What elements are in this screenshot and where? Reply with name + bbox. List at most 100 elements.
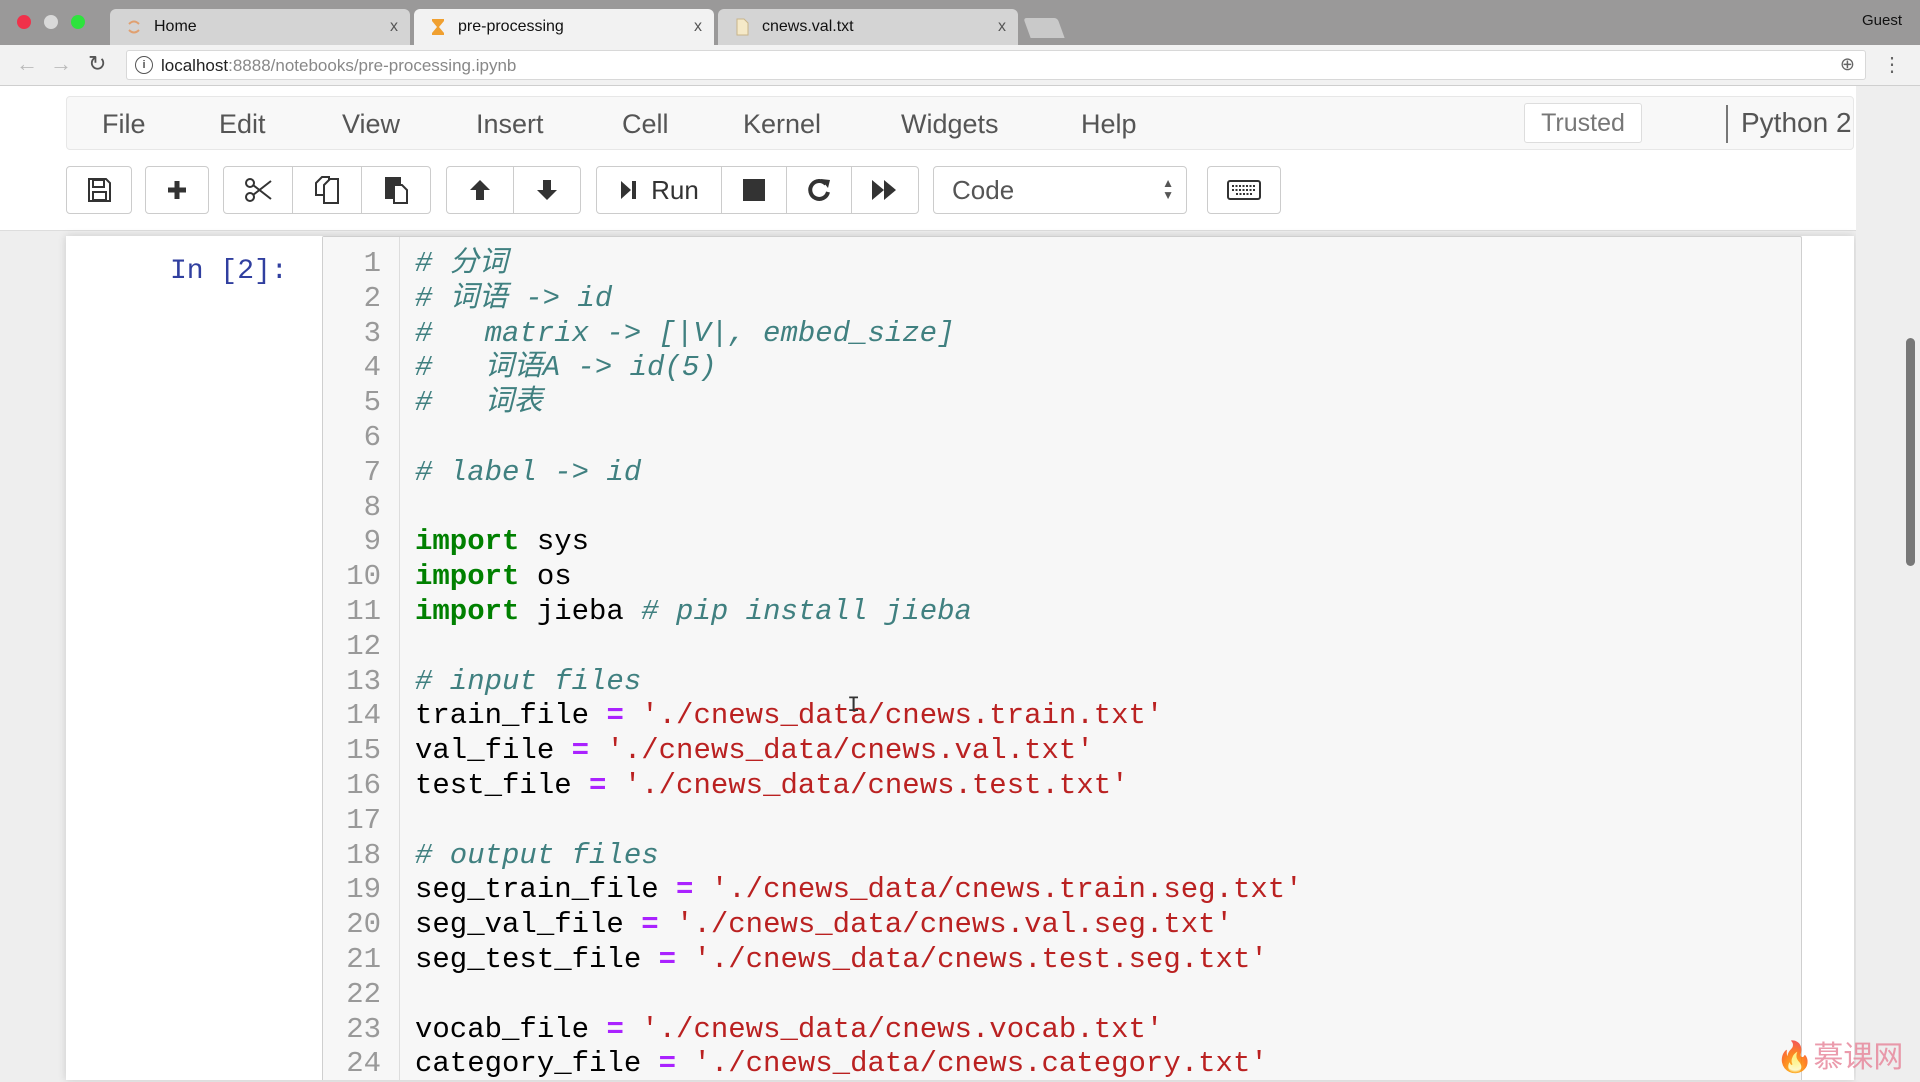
- notebook-header: File Edit View Insert Cell Kernel Widget…: [0, 86, 1920, 231]
- line-number: 14: [346, 699, 381, 733]
- code-line[interactable]: 14 train_file = './cnews_data/cnews.train…: [323, 699, 1801, 734]
- fast-forward-icon: [872, 180, 896, 200]
- code-line[interactable]: 3 # matrix -> [|V|, embed_size]: [323, 317, 1801, 352]
- menu-kernel[interactable]: Kernel: [743, 109, 821, 140]
- browser-tab-pre-processing[interactable]: pre-processing x: [414, 9, 714, 45]
- code-line[interactable]: 19 seg_train_file = './cnews_data/cnews.t…: [323, 873, 1801, 908]
- url-path: :8888/notebooks/pre-processing.ipynb: [228, 56, 517, 75]
- tab-label: cnews.val.txt: [762, 18, 854, 35]
- code-line[interactable]: 8: [323, 491, 1801, 526]
- interrupt-button[interactable]: [721, 166, 787, 214]
- profile-label[interactable]: Guest: [1862, 12, 1902, 29]
- browser-tab-home[interactable]: Home x: [110, 9, 410, 45]
- code-line[interactable]: 24 category_file = './cnews_data/cnews.ca…: [323, 1047, 1801, 1082]
- paste-icon: [385, 177, 408, 204]
- menu-widgets[interactable]: Widgets: [901, 109, 999, 140]
- code-string: './cnews_data/cnews.test.txt': [606, 768, 1129, 802]
- menu-edit[interactable]: Edit: [219, 109, 266, 140]
- back-arrow-icon[interactable]: ←: [16, 51, 38, 77]
- menu-insert[interactable]: Insert: [476, 109, 544, 140]
- line-content: # label -> id: [415, 456, 641, 491]
- move-up-button[interactable]: [446, 166, 514, 214]
- code-line[interactable]: 4 # 词语A -> id(5): [323, 351, 1801, 386]
- line-content: # 词语A -> id(5): [415, 351, 717, 386]
- copy-button[interactable]: [292, 166, 362, 214]
- code-line[interactable]: 15 val_file = './cnews_data/cnews.val.txt…: [323, 734, 1801, 769]
- insert-cell-button[interactable]: [145, 166, 209, 214]
- code-line[interactable]: 17: [323, 804, 1801, 839]
- code-line[interactable]: 22: [323, 978, 1801, 1013]
- site-info-icon[interactable]: i: [135, 56, 153, 74]
- menu-cell[interactable]: Cell: [622, 109, 669, 140]
- scrollbar-thumb[interactable]: [1906, 338, 1915, 566]
- window-minimize-button[interactable]: [44, 15, 58, 29]
- tab-close-icon[interactable]: x: [998, 9, 1006, 45]
- code-line[interactable]: 16 test_file = './cnews_data/cnews.test.t…: [323, 769, 1801, 804]
- cut-button[interactable]: [223, 166, 293, 214]
- restart-kernel-button[interactable]: [786, 166, 852, 214]
- forward-arrow-icon[interactable]: →: [50, 51, 72, 77]
- window-maximize-button[interactable]: [71, 15, 85, 29]
- menu-file[interactable]: File: [102, 109, 146, 140]
- jupyter-page: File Edit View Insert Cell Kernel Widget…: [0, 86, 1920, 1080]
- restart-run-all-button[interactable]: [851, 166, 919, 214]
- command-palette-button[interactable]: [1207, 166, 1281, 214]
- menu-help[interactable]: Help: [1081, 109, 1137, 140]
- code-line[interactable]: 11 import jieba # pip install jieba: [323, 595, 1801, 630]
- code-comment: # 词表: [415, 386, 543, 420]
- zoom-icon[interactable]: ⊕: [1840, 54, 1855, 75]
- line-number: 5: [363, 386, 381, 420]
- code-line[interactable]: 13 # input files: [323, 665, 1801, 700]
- copy-icon: [315, 176, 339, 204]
- url-text[interactable]: localhost:8888/notebooks/pre-processing.…: [161, 56, 516, 76]
- save-button[interactable]: [66, 166, 132, 214]
- reload-icon[interactable]: ↻: [88, 51, 106, 77]
- code-line[interactable]: 6: [323, 421, 1801, 456]
- code-line[interactable]: 9 import sys: [323, 525, 1801, 560]
- code-line[interactable]: 2 # 词语 -> id: [323, 282, 1801, 317]
- tab-close-icon[interactable]: x: [390, 9, 398, 45]
- code-line[interactable]: 10 import os: [323, 560, 1801, 595]
- line-number: 7: [363, 455, 381, 489]
- menu-view[interactable]: View: [342, 109, 400, 140]
- kernel-name[interactable]: Python 2: [1741, 107, 1852, 139]
- line-content: seg_train_file = './cnews_data/cnews.tra…: [415, 873, 1303, 908]
- code-line[interactable]: 20 seg_val_file = './cnews_data/cnews.val…: [323, 908, 1801, 943]
- menu-bar: File Edit View Insert Cell Kernel Widget…: [66, 96, 1906, 150]
- save-icon: [88, 178, 111, 202]
- move-down-button[interactable]: [513, 166, 581, 214]
- line-number: 12: [346, 629, 381, 663]
- browser-menu-icon[interactable]: ⋮: [1882, 52, 1902, 77]
- cell-type-select[interactable]: Code ▲ ▼: [933, 166, 1187, 214]
- browser-tab-cnews-val[interactable]: cnews.val.txt x: [718, 9, 1018, 45]
- paste-button[interactable]: [361, 166, 431, 214]
- code-line[interactable]: 1 # 分词: [323, 247, 1801, 282]
- code-line[interactable]: 18 # output files: [323, 839, 1801, 874]
- code-lines[interactable]: 1 # 分词 2 # 词语 -> id 3 # matrix -> [|V|, embed…: [323, 247, 1801, 1082]
- code-identifier: category_file: [415, 1047, 659, 1081]
- address-bar[interactable]: i localhost:8888/notebooks/pre-processin…: [126, 50, 1866, 80]
- code-line[interactable]: 21 seg_test_file = './cnews_data/cnews.te…: [323, 943, 1801, 978]
- code-identifier: seg_train_file: [415, 873, 677, 907]
- window-close-button[interactable]: [17, 15, 31, 29]
- code-line[interactable]: 5 # 词表: [323, 386, 1801, 421]
- stop-icon: [743, 179, 765, 201]
- notebook-container: In [2]: 1 # 分词 2 # 词语 -> id 3 # matrix -> [|V…: [66, 236, 1854, 1080]
- code-line[interactable]: 12: [323, 630, 1801, 665]
- line-number: 15: [346, 734, 381, 768]
- line-number: 9: [363, 525, 381, 559]
- code-line[interactable]: 23 vocab_file = './cnews_data/cnews.vocab…: [323, 1013, 1801, 1048]
- cell-type-value: Code: [952, 175, 1015, 205]
- code-identifier: sys: [519, 525, 590, 559]
- code-identifier: test_file: [415, 768, 590, 802]
- scrollbar-track[interactable]: [1856, 86, 1920, 1080]
- line-number: 6: [363, 420, 381, 454]
- code-cell-editor[interactable]: 1 # 分词 2 # 词语 -> id 3 # matrix -> [|V|, embed…: [322, 236, 1802, 1080]
- tab-close-icon[interactable]: x: [694, 9, 702, 45]
- run-button[interactable]: Run: [596, 166, 722, 214]
- kernel-separator: [1726, 105, 1728, 143]
- line-content: test_file = './cnews_data/cnews.test.txt…: [415, 769, 1129, 804]
- new-tab-button[interactable]: [1023, 18, 1065, 38]
- trusted-indicator[interactable]: Trusted: [1524, 103, 1642, 143]
- code-line[interactable]: 7 # label -> id: [323, 456, 1801, 491]
